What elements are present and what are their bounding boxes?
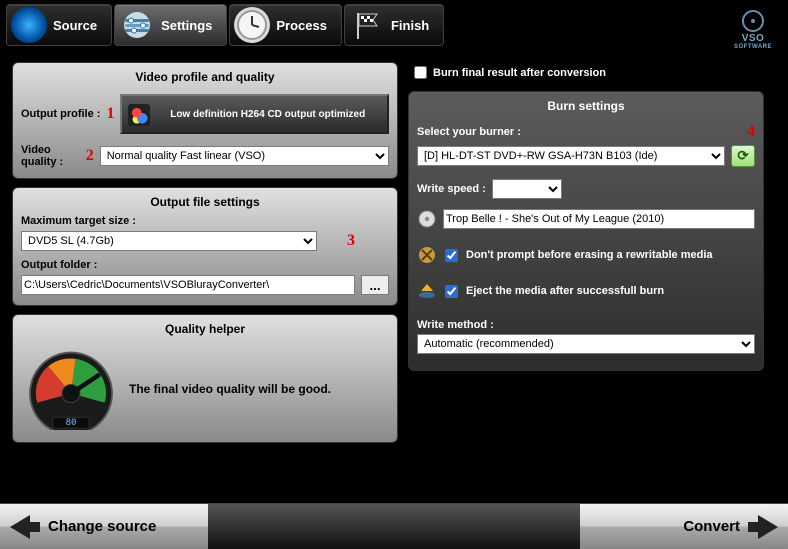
write-method-label: Write method : — [417, 319, 755, 331]
output-folder-input[interactable] — [21, 275, 355, 295]
burn-settings-panel: Burn settings Select your burner : 4 [D]… — [408, 91, 764, 371]
annotation-4: 4 — [747, 123, 755, 141]
eject-after-burn-label: Eject the media after successfull burn — [466, 285, 664, 297]
tab-label: Settings — [161, 18, 212, 33]
output-file-panel: Output file settings Maximum target size… — [12, 187, 398, 306]
disc-small-icon — [417, 209, 437, 229]
profile-icon — [128, 104, 150, 126]
eject-after-burn-checkbox[interactable] — [445, 285, 458, 298]
erase-disc-icon — [417, 245, 437, 265]
browse-folder-button[interactable]: ... — [361, 275, 389, 295]
tab-settings[interactable]: Settings — [114, 4, 227, 46]
refresh-icon: ⟳ — [737, 148, 748, 164]
video-quality-select[interactable]: Normal quality Fast linear (VSO) — [100, 146, 389, 166]
disc-label-input[interactable] — [443, 209, 755, 229]
tab-finish[interactable]: Finish — [344, 4, 444, 46]
main-area: Video profile and quality Output profile… — [0, 54, 788, 496]
arrow-left-icon — [10, 515, 40, 539]
quality-message: The final video quality will be good. — [129, 382, 385, 396]
flag-icon — [349, 7, 385, 43]
bottom-spacer — [208, 504, 580, 549]
logo-text-1: VSO — [734, 33, 772, 44]
tab-label: Finish — [391, 18, 429, 33]
burn-after-conversion-checkbox[interactable] — [414, 66, 427, 79]
burn-after-conversion-label: Burn final result after conversion — [433, 67, 606, 79]
quality-helper-panel: Quality helper 80 The final video qualit… — [12, 314, 398, 443]
eject-icon — [417, 281, 437, 301]
clock-icon — [234, 7, 270, 43]
gauge-value: 80 — [25, 418, 117, 428]
tab-process[interactable]: Process — [229, 4, 342, 46]
write-method-select[interactable]: Automatic (recommended) — [417, 334, 755, 354]
top-tab-bar: Source Settings Process Finish VSO SOFTW… — [0, 0, 788, 54]
burner-select[interactable]: [D] HL-DT-ST DVD+-RW GSA-H73N B103 (Ide) — [417, 146, 725, 166]
annotation-2: 2 — [86, 147, 94, 165]
tab-label: Process — [276, 18, 327, 33]
output-profile-label: Output profile : — [21, 108, 100, 120]
logo-disc-icon — [742, 10, 764, 32]
panel-title: Burn settings — [417, 96, 755, 119]
left-column: Video profile and quality Output profile… — [12, 62, 398, 496]
burn-after-conversion-row: Burn final result after conversion — [414, 66, 764, 79]
convert-button[interactable]: Convert — [580, 504, 788, 549]
refresh-burners-button[interactable]: ⟳ — [731, 145, 755, 167]
logo-text-2: SOFTWARE — [734, 44, 772, 50]
output-profile-button[interactable]: Low definition H264 CD output optimized — [120, 94, 389, 134]
video-profile-panel: Video profile and quality Output profile… — [12, 62, 398, 179]
quality-gauge: 80 — [25, 348, 117, 430]
convert-label: Convert — [683, 518, 740, 535]
disc-icon — [11, 7, 47, 43]
change-source-label: Change source — [48, 518, 156, 535]
right-column: Burn final result after conversion Burn … — [408, 62, 764, 496]
dont-prompt-erase-label: Don't prompt before erasing a rewritable… — [466, 249, 713, 261]
max-target-size-select[interactable]: DVD5 SL (4.7Gb) — [21, 231, 317, 251]
write-speed-select[interactable] — [492, 179, 562, 199]
panel-title: Quality helper — [21, 319, 389, 342]
dont-prompt-erase-checkbox[interactable] — [445, 249, 458, 262]
settings-icon — [119, 7, 155, 43]
panel-title: Output file settings — [21, 192, 389, 215]
annotation-3: 3 — [347, 232, 355, 250]
vso-logo: VSO SOFTWARE — [734, 10, 772, 50]
arrow-right-icon — [748, 515, 778, 539]
annotation-1: 1 — [106, 105, 114, 123]
tab-label: Source — [53, 18, 97, 33]
tab-source[interactable]: Source — [6, 4, 112, 46]
output-profile-value: Low definition H264 CD output optimized — [170, 109, 365, 120]
output-folder-label: Output folder : — [21, 259, 389, 271]
bottom-bar: Change source Convert — [0, 503, 788, 549]
write-speed-label: Write speed : — [417, 183, 486, 195]
select-burner-label: Select your burner : — [417, 126, 521, 138]
panel-title: Video profile and quality — [21, 67, 389, 90]
video-quality-label: Video quality : — [21, 144, 80, 168]
change-source-button[interactable]: Change source — [0, 504, 208, 549]
max-target-size-label: Maximum target size : — [21, 215, 389, 227]
ellipsis-icon: ... — [369, 278, 380, 293]
